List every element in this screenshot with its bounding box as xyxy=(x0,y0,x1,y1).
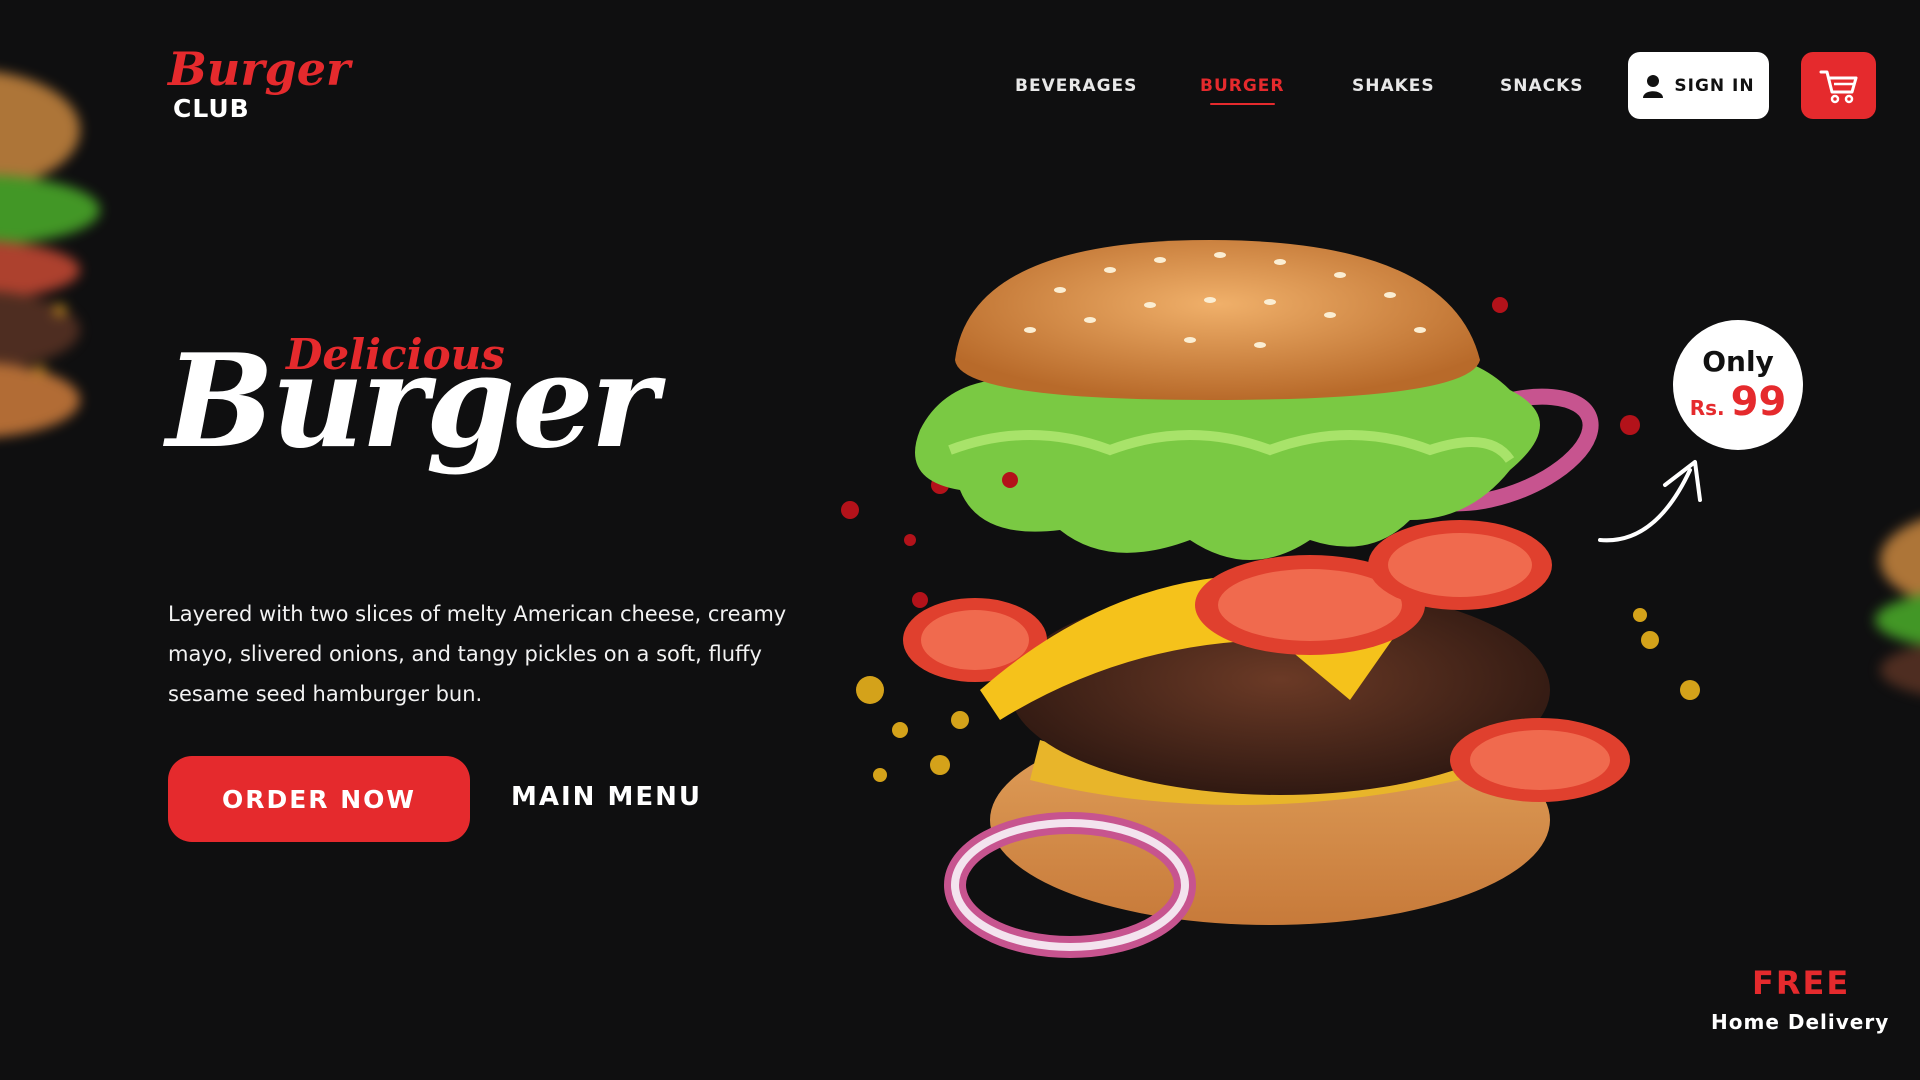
nav-item-burger[interactable]: BURGER xyxy=(1200,76,1285,105)
main-menu-link[interactable]: MAIN MENU xyxy=(511,782,702,812)
order-now-button[interactable]: ORDER NOW xyxy=(168,756,470,842)
cart-icon xyxy=(1819,70,1857,103)
burger-image xyxy=(841,240,1700,958)
nav-item-snacks[interactable]: SNACKS xyxy=(1500,76,1584,96)
price-badge: Only Rs. 99 xyxy=(1673,320,1803,450)
logo-subtitle: CLUB xyxy=(173,94,250,123)
free-label: FREE xyxy=(1752,964,1851,1002)
price-row: Rs. 99 xyxy=(1690,382,1787,422)
brand-logo[interactable]: Burger CLUB xyxy=(168,46,378,126)
landing-page: Burger CLUB BEVERAGES BURGER SHAKES SNAC… xyxy=(0,0,1920,1080)
delivery-label: Home Delivery xyxy=(1711,1010,1890,1034)
arrow-doodle-icon xyxy=(1598,460,1702,543)
blurred-burger-left-image xyxy=(0,72,100,437)
blurred-burger-right-image xyxy=(1875,520,1920,694)
user-icon xyxy=(1643,74,1664,98)
price-currency: Rs. xyxy=(1689,396,1725,420)
price-value: 99 xyxy=(1730,379,1787,425)
nav-item-shakes[interactable]: SHAKES xyxy=(1352,76,1435,96)
hero-subtitle: Delicious xyxy=(286,330,505,379)
sign-in-label: SIGN IN xyxy=(1674,75,1755,96)
logo-wordmark: Burger xyxy=(168,42,351,96)
price-prefix: Only xyxy=(1702,345,1774,378)
cart-button[interactable] xyxy=(1801,52,1876,119)
hero-description: Layered with two slices of melty America… xyxy=(168,602,787,706)
sign-in-button[interactable]: SIGN IN xyxy=(1628,52,1769,119)
nav-item-beverages[interactable]: BEVERAGES xyxy=(1015,76,1137,96)
